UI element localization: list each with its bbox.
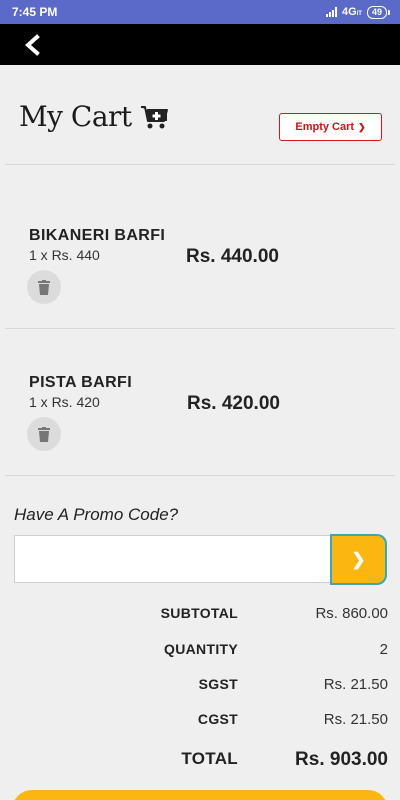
cgst-value: Rs. 21.50 <box>323 711 388 728</box>
trash-icon <box>38 279 50 295</box>
summary-quantity: QUANTITY 2 <box>0 641 400 663</box>
sgst-label: SGST <box>198 676 238 692</box>
quantity-label: QUANTITY <box>164 641 238 657</box>
page-header: My Cart <box>19 100 170 133</box>
total-value: Rs. 903.00 <box>295 749 388 770</box>
checkout-button[interactable] <box>12 790 388 800</box>
sgst-value: Rs. 21.50 <box>323 676 388 693</box>
summary-subtotal: SUBTOTAL Rs. 860.00 <box>0 605 400 627</box>
trash-icon <box>38 426 50 442</box>
battery-level: 49 <box>371 7 382 17</box>
apply-promo-button[interactable]: ❯ <box>330 534 387 585</box>
subtotal-label: SUBTOTAL <box>160 605 238 621</box>
subtotal-value: Rs. 860.00 <box>315 605 388 622</box>
divider <box>5 164 395 165</box>
divider <box>5 328 395 329</box>
cgst-label: CGST <box>197 711 238 727</box>
chevron-right-icon: ❯ <box>351 549 366 569</box>
delete-item-button[interactable] <box>27 417 61 451</box>
signal-icon <box>325 7 337 17</box>
network-type: 4GiT <box>342 6 362 18</box>
promo-label: Have A Promo Code? <box>14 505 179 524</box>
item-quantity: 1 x Rs. 420 <box>29 394 100 410</box>
delete-item-button[interactable] <box>27 270 61 304</box>
summary-sgst: SGST Rs. 21.50 <box>0 676 400 698</box>
item-price: Rs. 440.00 <box>186 246 279 267</box>
cart-item: BIKANERI BARFI 1 x Rs. 440 Rs. 440.00 <box>0 183 400 328</box>
quantity-value: 2 <box>379 641 388 658</box>
total-label: TOTAL <box>181 749 238 768</box>
cart-plus-icon <box>140 105 168 128</box>
page-title: My Cart <box>19 100 132 133</box>
divider <box>5 475 395 476</box>
item-quantity: 1 x Rs. 440 <box>29 247 100 263</box>
status-time: 7:45 PM <box>12 5 58 19</box>
network-label: 4G <box>341 6 357 18</box>
status-bar: 7:45 PM 4GiT 49 <box>0 0 400 24</box>
app-bar <box>0 24 400 65</box>
status-indicators: 4GiT 49 <box>325 5 390 19</box>
item-name: BIKANERI BARFI <box>29 227 166 244</box>
network-sub-label: iT <box>356 11 362 17</box>
cart-item: PISTA BARFI 1 x Rs. 420 Rs. 420.00 <box>0 330 400 475</box>
promo-code-input[interactable] <box>14 535 332 583</box>
summary-total: TOTAL Rs. 903.00 <box>0 749 400 771</box>
battery-icon: 49 <box>366 5 390 19</box>
item-name: PISTA BARFI <box>29 374 133 391</box>
item-price: Rs. 420.00 <box>187 393 280 414</box>
chevron-right-icon: ❯ <box>358 121 366 132</box>
empty-cart-label: Empty Cart <box>295 121 355 133</box>
chevron-left-icon[interactable] <box>22 33 44 56</box>
summary-cgst: CGST Rs. 21.50 <box>0 711 400 733</box>
empty-cart-button[interactable]: Empty Cart ❯ <box>279 113 382 141</box>
